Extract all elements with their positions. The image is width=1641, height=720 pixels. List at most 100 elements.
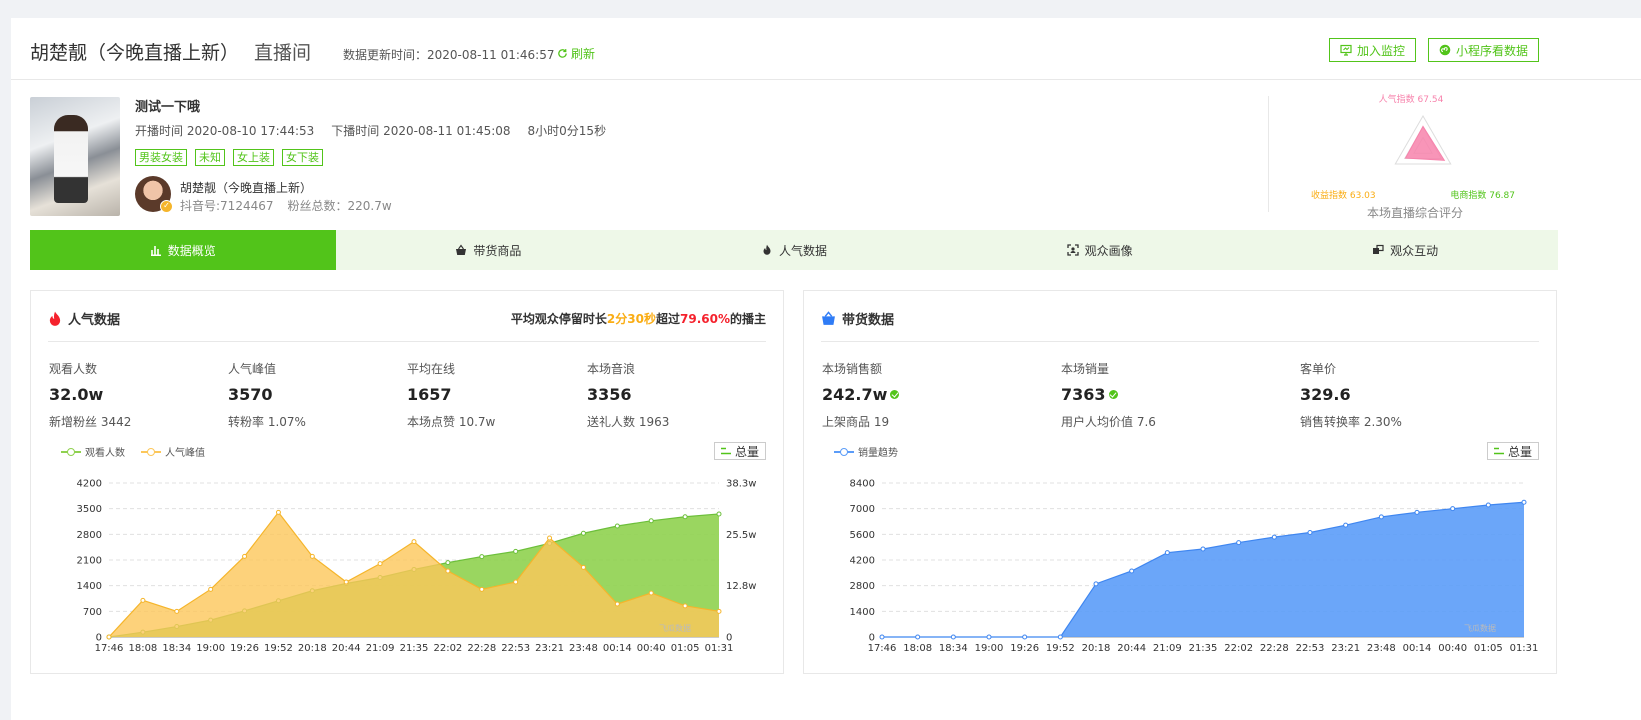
- legend-item-peak[interactable]: 人气峰值: [141, 444, 205, 459]
- x-tick-label: 19:26: [230, 643, 259, 654]
- data-point: [377, 561, 383, 567]
- metric-label: 本场销量: [1061, 362, 1110, 376]
- stream-cover[interactable]: [30, 97, 120, 216]
- update-label: 数据更新时间：: [343, 48, 428, 62]
- metric-label: 本场销售额: [822, 362, 883, 376]
- y-tick-label: 4200: [850, 556, 875, 567]
- y-tick-label: 3500: [77, 504, 102, 515]
- x-tick-label: 22:28: [467, 643, 496, 654]
- x-tick-label: 20:44: [1117, 643, 1146, 654]
- y-right-tick-label: 0: [726, 633, 732, 644]
- y-tick-label: 2800: [850, 581, 875, 592]
- metric-sub: 销售转换率 2.30%: [1300, 415, 1402, 429]
- fire-icon: [49, 311, 61, 326]
- data-point: [1414, 509, 1420, 515]
- tag: 女下装: [282, 149, 323, 166]
- data-point: [343, 579, 349, 585]
- data-point: [174, 608, 180, 614]
- host-avatar[interactable]: ✓: [135, 176, 173, 213]
- metric-viewers: 观看人数 32.0w 新增粉丝 3442: [49, 360, 131, 430]
- sales-legend: 销量趋势: [834, 444, 898, 459]
- data-point: [879, 634, 885, 640]
- x-tick-label: 17:46: [95, 643, 124, 654]
- radar-label: 人气指数 67.54: [1379, 93, 1444, 105]
- y-tick-label: 2800: [77, 530, 102, 541]
- sales-card: 带货数据 本场销售额 242.7w 上架商品 19 本场销量 7363 用户人均…: [803, 290, 1557, 674]
- tag: 男装女装: [135, 149, 187, 166]
- popularity-chart: 0 700 1400 2100 2800 3500 4200 0 12.8w 25.5w 38.3w…: [77, 479, 757, 655]
- stay-duration-note: 平均观众停留时长2分30秒超过79.60%的播主: [511, 310, 766, 327]
- popularity-title: 人气数据: [48, 309, 120, 328]
- refresh-button[interactable]: 刷新: [557, 45, 595, 62]
- x-tick-label: 01:31: [705, 643, 734, 654]
- total-toggle-button[interactable]: 总量: [713, 442, 766, 460]
- tab-label: 观众画像: [1084, 243, 1133, 258]
- total-toggle-button[interactable]: 总量: [1486, 442, 1539, 460]
- data-point: [648, 518, 654, 524]
- add-monitor-button[interactable]: 加入监控: [1329, 38, 1417, 62]
- note-mid: 超过: [655, 312, 680, 326]
- score-radar-chart: 人气指数 67.54 电商指数 76.87 收益指数 63.03: [1311, 93, 1515, 201]
- data-point: [580, 530, 586, 536]
- add-monitor-label: 加入监控: [1357, 43, 1406, 58]
- data-point: [580, 564, 586, 570]
- x-tick-label: 21:35: [400, 643, 429, 654]
- tab-overview[interactable]: 数据概览: [30, 230, 336, 270]
- x-tick-label: 21:35: [1189, 643, 1218, 654]
- sales-card-header: 带货数据: [821, 309, 1539, 342]
- page: 胡楚靓（今晚直播上新） 直播间 数据更新时间：2020-08-11 01:46:…: [11, 18, 1641, 720]
- x-tick-label: 23:48: [1367, 643, 1396, 654]
- y-tick-label: 700: [83, 607, 102, 618]
- miniprogram-button[interactable]: 小程序看数据: [1428, 38, 1540, 62]
- metric-value: 32.0w: [49, 385, 104, 404]
- data-point: [1057, 634, 1063, 640]
- x-tick-label: 00:40: [637, 643, 666, 654]
- tab-audience-interaction[interactable]: 观众互动: [1252, 230, 1558, 270]
- shopping-bag-icon: [822, 311, 835, 325]
- legend-item-viewers[interactable]: 观看人数: [61, 444, 125, 459]
- data-point: [242, 553, 248, 559]
- x-tick-label: 22:28: [1260, 643, 1289, 654]
- metric-sales-volume: 本场销量 7363 用户人均价值 7.6: [1061, 360, 1156, 430]
- legend-item-sales-trend[interactable]: 销量趋势: [834, 444, 898, 459]
- data-point: [140, 597, 146, 603]
- x-tick-label: 21:09: [1153, 643, 1182, 654]
- sales-chart: 0 1400 2800 4200 5600 7000 8400 17:46 18:08 18:34…: [850, 479, 1539, 655]
- metric-label: 平均在线: [407, 362, 456, 376]
- x-tick-label: 19:52: [1046, 643, 1075, 654]
- x-tick-label: 18:08: [128, 643, 157, 654]
- interaction-icon: [1373, 244, 1384, 254]
- tag: 女上装: [233, 149, 274, 166]
- y-tick-label: 7000: [850, 504, 875, 515]
- watermark-text: 飞瓜数据: [659, 623, 691, 633]
- metric-peak: 人气峰值 3570 转粉率 1.07%: [228, 360, 306, 430]
- metric-avg-online: 平均在线 1657 本场点赞 10.7w: [407, 360, 495, 430]
- x-tick-label: 19:00: [975, 643, 1004, 654]
- data-point: [1378, 514, 1384, 520]
- popularity-card-header: 人气数据 平均观众停留时长2分30秒超过79.60%的播主: [48, 309, 766, 342]
- cover-figure: [54, 115, 88, 203]
- host-name[interactable]: 胡楚靓（今晚直播上新）: [180, 179, 312, 196]
- divider: [1268, 96, 1269, 212]
- note-time: 2分30秒: [606, 312, 656, 326]
- data-point: [915, 634, 921, 640]
- x-tick-label: 01:05: [1474, 643, 1503, 654]
- data-point: [411, 539, 417, 545]
- tab-products[interactable]: 带货商品: [336, 230, 642, 270]
- data-point: [682, 603, 688, 609]
- tab-bar: 数据概览 带货商品 人气数据 观众画像 观众互动: [30, 230, 1558, 270]
- data-point: [1022, 634, 1028, 640]
- metric-value-row: 7363: [1061, 385, 1156, 404]
- stream-times: 开播时间 2020-08-10 17:44:53 下播时间 2020-08-11…: [135, 122, 606, 139]
- tab-popularity[interactable]: 人气数据: [641, 230, 947, 270]
- data-point: [208, 586, 214, 592]
- data-point: [950, 634, 956, 640]
- tab-audience-portrait[interactable]: 观众画像: [947, 230, 1253, 270]
- data-point: [1307, 530, 1313, 535]
- total-label: 总量: [1507, 444, 1532, 459]
- douyin-id: 抖音号:7124467: [180, 199, 274, 213]
- sales-title: 带货数据: [821, 309, 894, 328]
- data-point: [614, 523, 620, 529]
- data-point: [1129, 568, 1135, 574]
- x-tick-label: 21:09: [366, 643, 395, 654]
